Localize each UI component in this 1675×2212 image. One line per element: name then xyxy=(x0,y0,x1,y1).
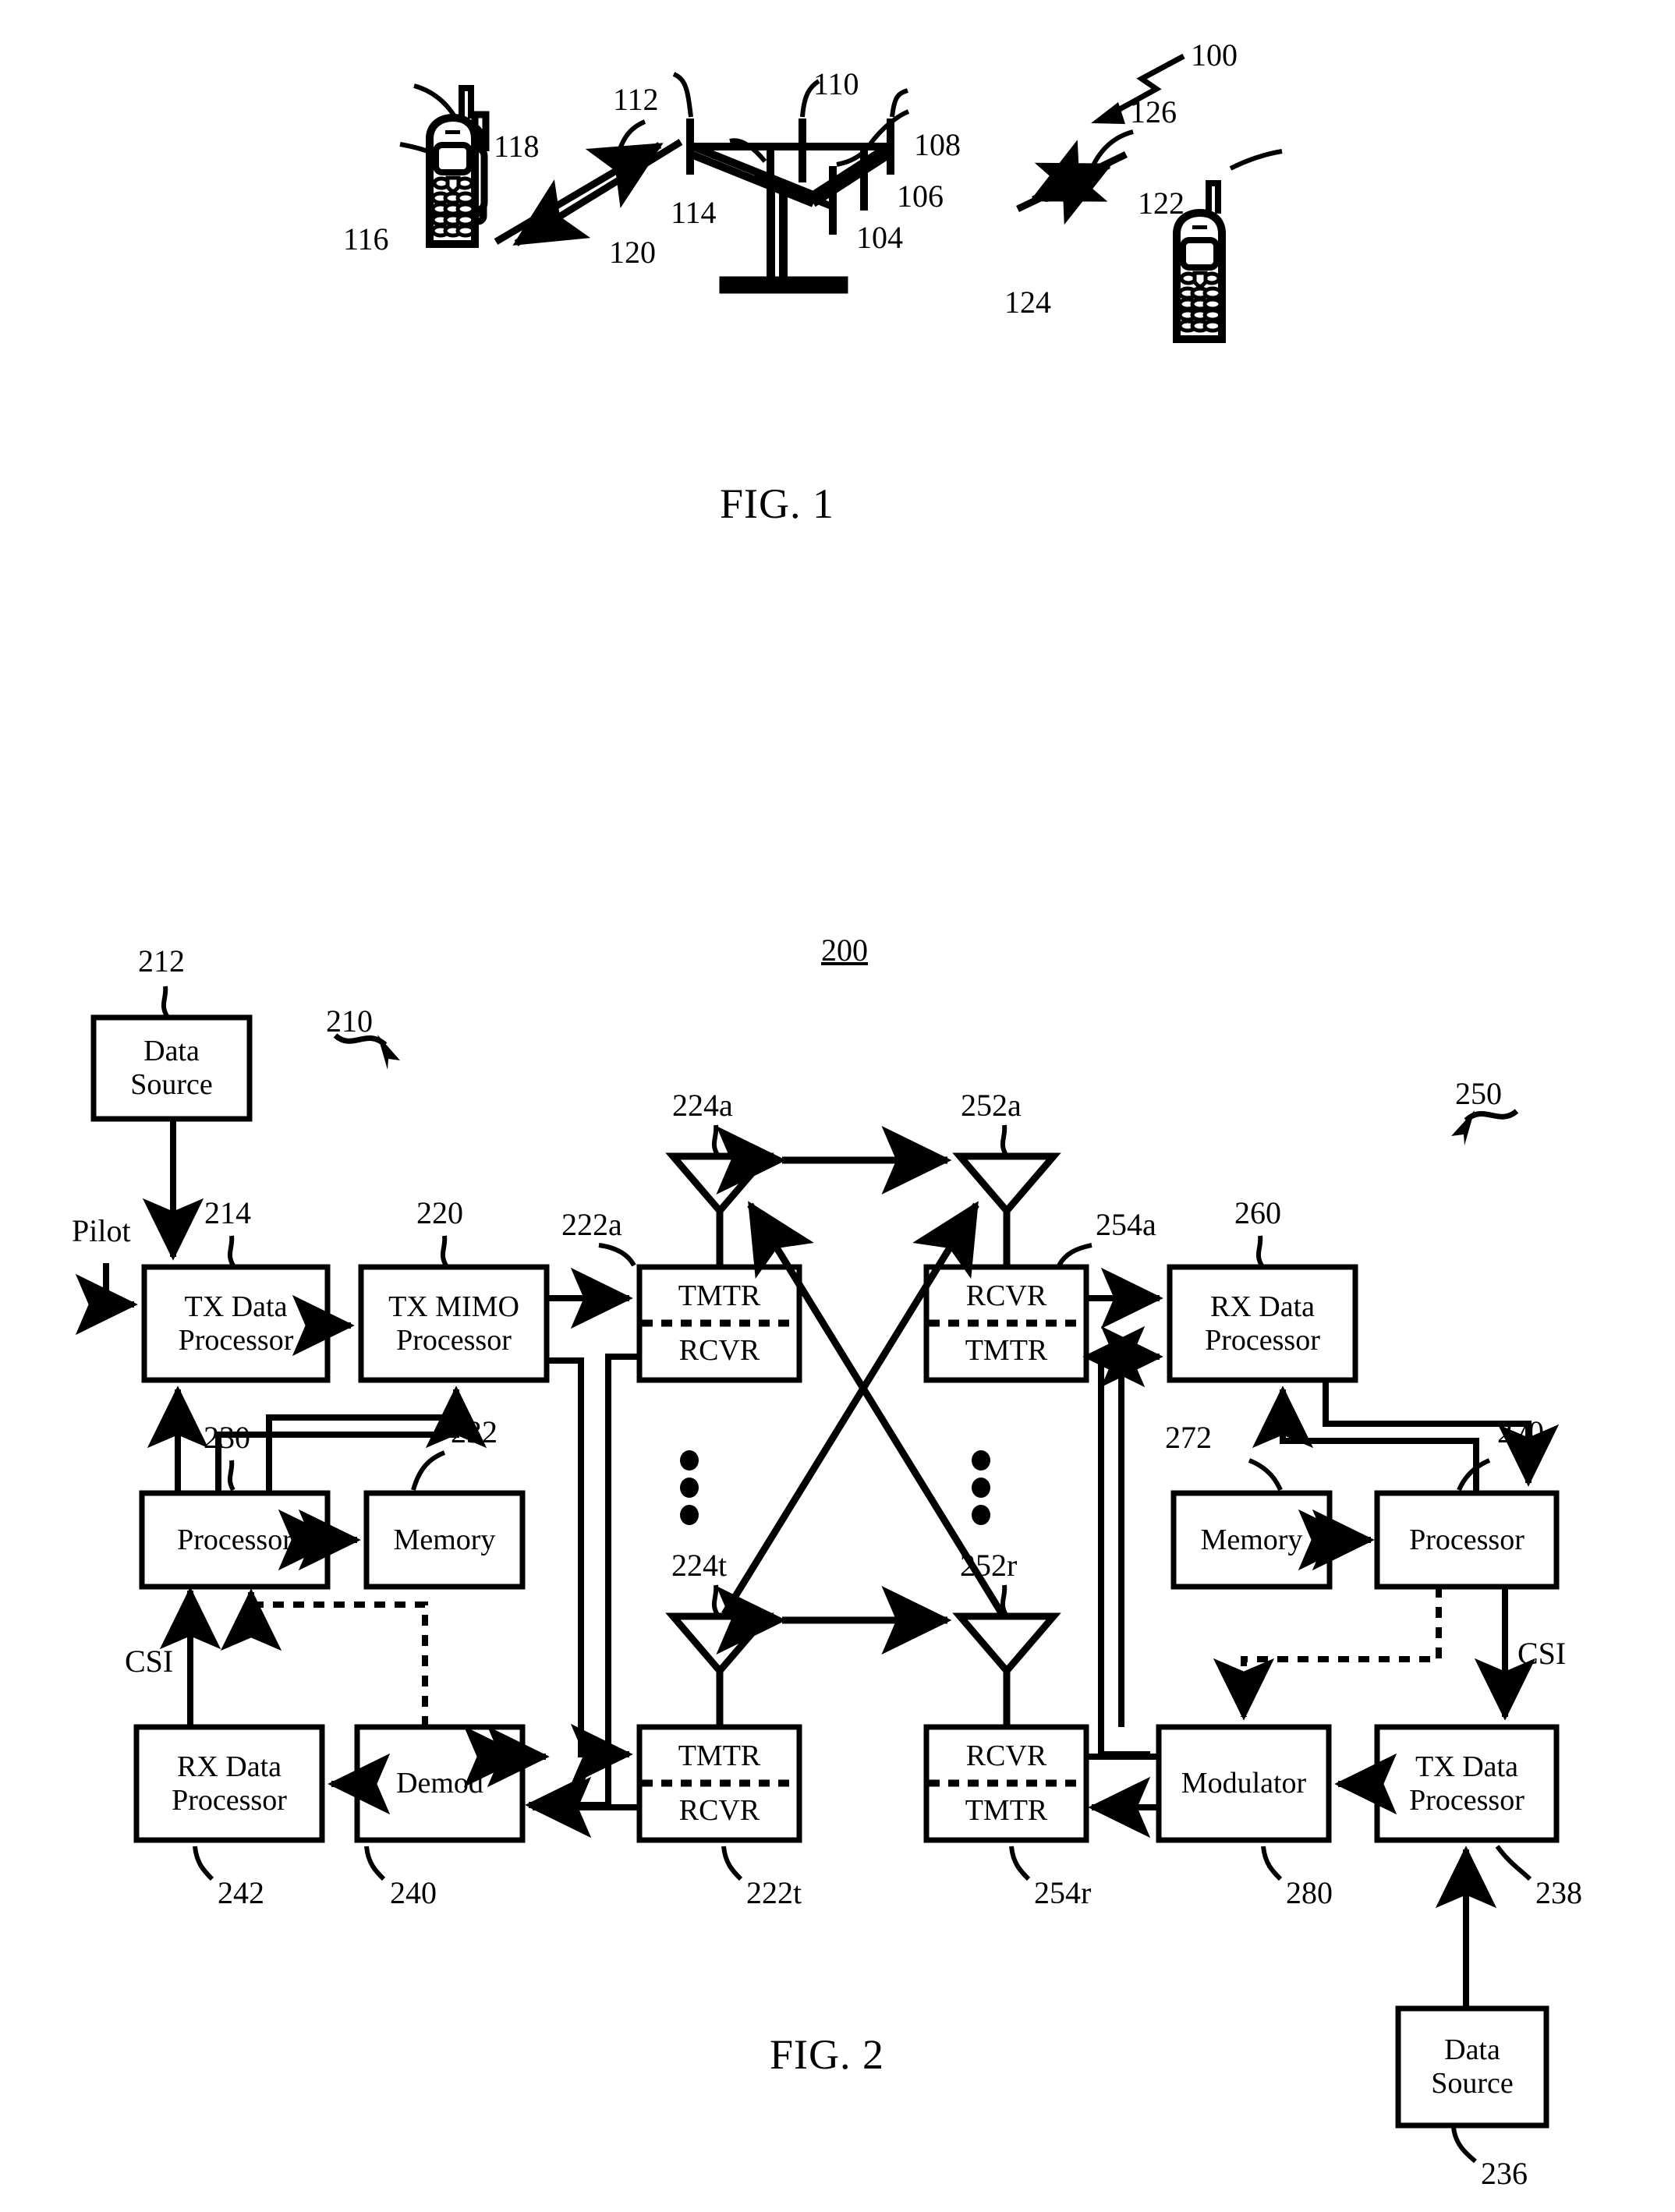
fig2-group xyxy=(75,986,1560,2164)
rx-system-leader xyxy=(1451,1109,1519,1145)
fig1-right-link xyxy=(1016,140,1128,225)
ref-104: 104 xyxy=(856,220,903,255)
fig2-caption: FIG. 2 xyxy=(770,2031,885,2078)
ref-242: 242 xyxy=(218,1875,264,1910)
ref-222a: 222a xyxy=(561,1207,622,1242)
ref-110: 110 xyxy=(813,66,859,101)
ref-100: 100 xyxy=(1191,37,1238,73)
ref-238: 238 xyxy=(1535,1875,1582,1910)
ref-200: 200 xyxy=(821,933,868,968)
ref-270: 270 xyxy=(1497,1414,1544,1449)
ref-122: 122 xyxy=(1138,186,1185,221)
box-tx-mimo-processor-220 xyxy=(358,1264,550,1383)
fig2-tx-wiring xyxy=(75,1119,639,1839)
box-tx-data-processor-238 xyxy=(1374,1724,1560,1843)
box-memory-232 xyxy=(363,1490,526,1590)
ref-224t: 224t xyxy=(671,1548,728,1583)
ref-112: 112 xyxy=(613,82,659,117)
ref-260: 260 xyxy=(1234,1195,1281,1230)
box-processor-230 xyxy=(139,1490,331,1590)
ref-214: 214 xyxy=(204,1195,251,1230)
ref-252a: 252a xyxy=(961,1088,1022,1123)
fig2-antennas xyxy=(665,1152,1061,1727)
box-memory-272 xyxy=(1170,1490,1333,1590)
fig1-caption: FIG. 1 xyxy=(720,480,835,527)
ref-118: 118 xyxy=(494,129,540,164)
ref-106: 106 xyxy=(897,179,944,214)
tx-system-leader xyxy=(333,1033,400,1070)
box-processor-270 xyxy=(1374,1490,1560,1590)
ref-114: 114 xyxy=(671,195,717,230)
ref-224a: 224a xyxy=(672,1088,733,1123)
ref-222t: 222t xyxy=(746,1875,802,1910)
ref-116: 116 xyxy=(343,221,389,257)
ref-230: 230 xyxy=(204,1420,250,1455)
mobile-phone-left xyxy=(426,85,490,248)
box-rx-data-processor-260 xyxy=(1167,1264,1358,1383)
ref-126: 126 xyxy=(1130,94,1177,129)
csi-label-right: CSI xyxy=(1517,1636,1567,1671)
ref-220: 220 xyxy=(416,1195,463,1230)
box-data-source-212 xyxy=(90,1014,253,1122)
fig2-boxes xyxy=(90,1014,1560,2129)
csi-feedback-dashed-left xyxy=(220,1588,428,1727)
ref-272: 272 xyxy=(1165,1420,1212,1455)
box-data-source-236 xyxy=(1395,2005,1549,2129)
ref-280: 280 xyxy=(1286,1875,1333,1910)
box-modulator-280 xyxy=(1156,1724,1332,1843)
csi-label-left: CSI xyxy=(125,1644,174,1679)
ref-240: 240 xyxy=(390,1875,437,1910)
ref-124: 124 xyxy=(1004,285,1051,320)
ref-108: 108 xyxy=(914,127,961,162)
ref-212: 212 xyxy=(138,943,185,979)
ref-252r: 252r xyxy=(960,1548,1018,1583)
ref-232: 232 xyxy=(451,1414,498,1449)
pilot-label: Pilot xyxy=(72,1213,131,1248)
ref-210: 210 xyxy=(326,1003,373,1039)
ref-250: 250 xyxy=(1455,1076,1502,1111)
ref-120: 120 xyxy=(609,235,656,270)
ref-254a: 254a xyxy=(1096,1207,1156,1242)
ref-254r: 254r xyxy=(1034,1875,1092,1910)
ref-236: 236 xyxy=(1481,2156,1528,2191)
csi-feedback-dashed-right xyxy=(1213,1587,1442,1721)
patent-drawing-sheet: 112 110 108 106 104 114 116 118 120 122 … xyxy=(0,0,1675,2212)
antenna-tower xyxy=(686,119,894,294)
box-tx-data-processor-214 xyxy=(141,1264,331,1383)
box-demod-240 xyxy=(354,1724,526,1843)
box-rx-data-processor-242 xyxy=(133,1724,325,1843)
